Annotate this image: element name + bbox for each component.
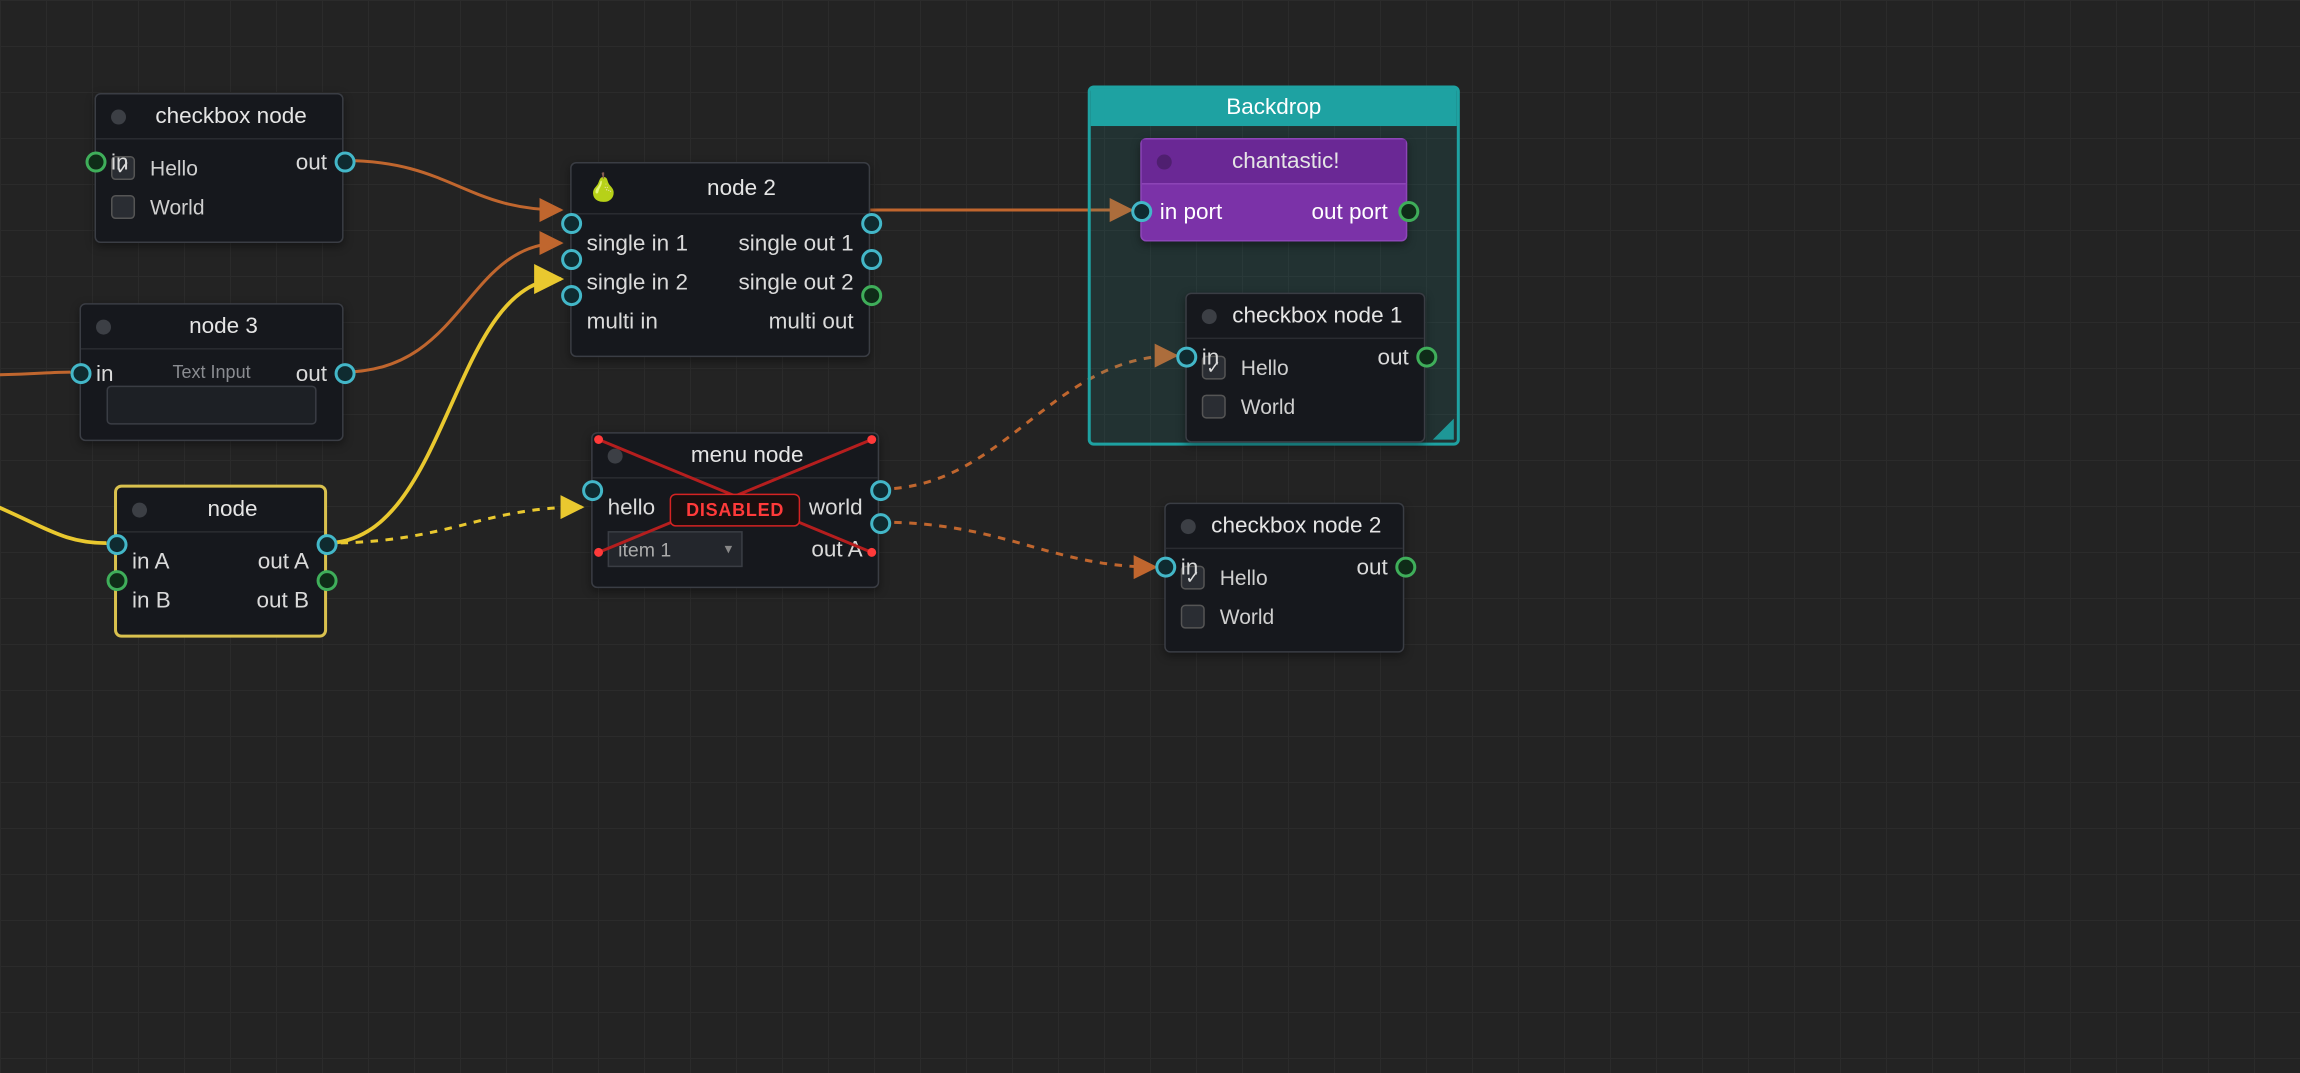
edge: [326, 279, 562, 543]
node-title: menu node: [635, 443, 860, 469]
port-in[interactable]: [561, 213, 582, 234]
node-3[interactable]: node 3 Text Input in out: [80, 303, 344, 441]
port-label: out A: [811, 536, 862, 562]
text-input[interactable]: [107, 386, 317, 425]
dropdown[interactable]: item 1 ▾: [608, 531, 743, 567]
resize-handle-icon[interactable]: [1433, 419, 1454, 440]
edge: [326, 507, 583, 543]
node-title: chantastic!: [1184, 149, 1388, 175]
port-out[interactable]: [1416, 347, 1437, 368]
status-dot-icon: [111, 109, 126, 124]
port-in[interactable]: [561, 249, 582, 270]
port-out[interactable]: [861, 249, 882, 270]
port-in[interactable]: [1131, 201, 1152, 222]
port-label: out: [1357, 555, 1388, 581]
port-in[interactable]: [1155, 557, 1176, 578]
status-dot-icon: [96, 319, 111, 334]
node-chantastic[interactable]: chantastic! in port out port: [1140, 138, 1407, 242]
node-title: node 2: [632, 176, 850, 202]
node-title: checkbox node 2: [1208, 513, 1385, 539]
node-checkbox-1[interactable]: checkbox node 1 Hello World in out: [1185, 293, 1425, 443]
disabled-badge: DISABLED: [670, 494, 801, 527]
port-in[interactable]: [86, 152, 107, 173]
checkbox[interactable]: [1202, 395, 1226, 419]
node-checkbox[interactable]: checkbox node Hello World in out: [95, 93, 344, 243]
port-in[interactable]: [107, 570, 128, 591]
backdrop-title: Backdrop: [1091, 89, 1457, 127]
port-out[interactable]: [861, 285, 882, 306]
checkbox[interactable]: [111, 195, 135, 219]
chevron-down-icon: ▾: [725, 541, 733, 558]
port-in[interactable]: [561, 285, 582, 306]
port-out[interactable]: [1398, 201, 1419, 222]
status-dot-icon: [1202, 308, 1217, 323]
port-label: out: [296, 150, 327, 176]
status-dot-icon: [608, 448, 623, 463]
text-input-caption: Text Input: [173, 362, 251, 383]
node-2[interactable]: 🍐 node 2 single in 1 single out 1 single…: [570, 162, 870, 357]
node-title: checkbox node 1: [1229, 303, 1406, 329]
port-label: in: [111, 150, 129, 176]
edge: [879, 522, 1155, 567]
port-out[interactable]: [870, 480, 891, 501]
pear-icon: 🍐: [587, 173, 621, 205]
port-label: out: [296, 362, 327, 388]
node-title: checkbox node: [138, 104, 324, 130]
node-title: node: [159, 497, 306, 523]
port-in[interactable]: [1176, 347, 1197, 368]
node-checkbox-2[interactable]: checkbox node 2 Hello World in out: [1164, 503, 1404, 653]
port-out[interactable]: [861, 213, 882, 234]
edge: [344, 161, 562, 211]
status-dot-icon: [1157, 154, 1172, 169]
port-label: in port: [1160, 200, 1223, 226]
node-selected[interactable]: node in A out A in B out B: [116, 486, 326, 636]
node-menu-disabled[interactable]: menu node hello world item 1 ▾ out A: [591, 432, 879, 588]
checkbox[interactable]: [1181, 605, 1205, 629]
port-out[interactable]: [317, 570, 338, 591]
status-dot-icon: [132, 502, 147, 517]
port-label: in: [1181, 555, 1199, 581]
edge: [0, 372, 71, 375]
port-label: out: [1378, 345, 1409, 371]
port-label: in: [96, 362, 114, 388]
port-out[interactable]: [870, 513, 891, 534]
edge: [344, 243, 562, 372]
port-out[interactable]: [335, 152, 356, 173]
port-in[interactable]: [71, 363, 92, 384]
port-in[interactable]: [582, 480, 603, 501]
edge: [0, 495, 107, 543]
port-label: world: [809, 494, 863, 520]
port-in[interactable]: [107, 534, 128, 555]
status-dot-icon: [1181, 518, 1196, 533]
port-out[interactable]: [1395, 557, 1416, 578]
port-out[interactable]: [317, 534, 338, 555]
port-label: in: [1202, 345, 1220, 371]
node-title: node 3: [123, 314, 324, 340]
port-out[interactable]: [335, 363, 356, 384]
port-label: hello: [608, 494, 656, 520]
port-label: out port: [1311, 200, 1387, 226]
